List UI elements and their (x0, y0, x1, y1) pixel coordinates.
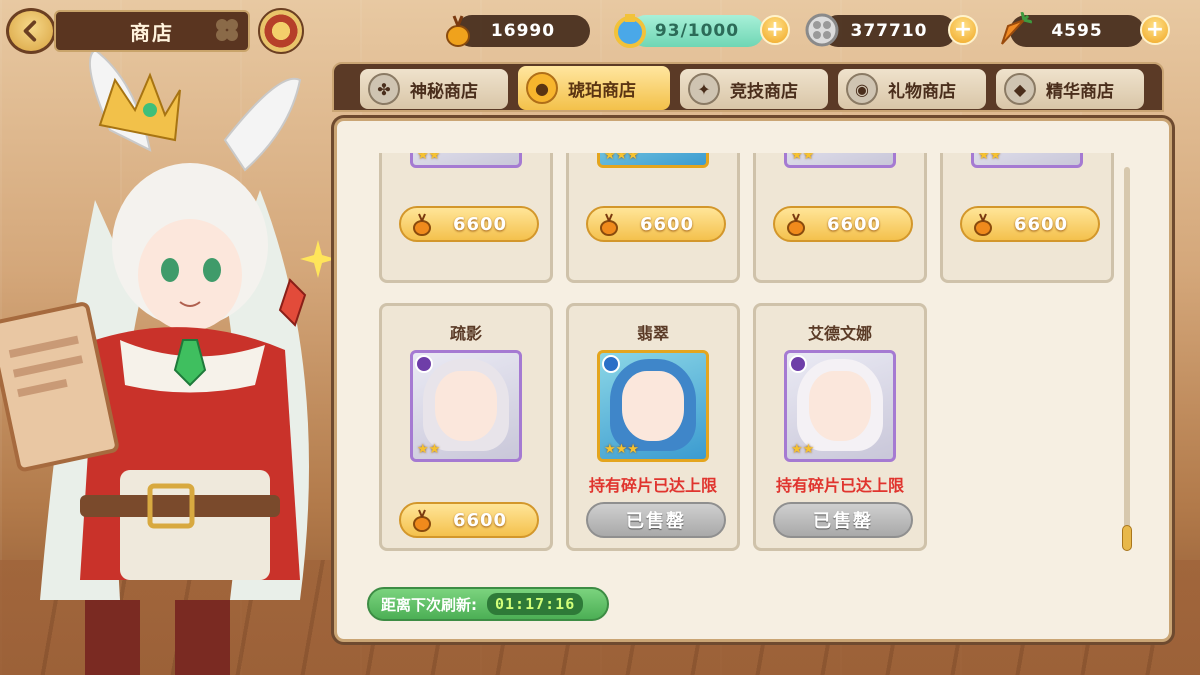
back-arrow-icon (23, 20, 37, 42)
price-value: 6600 (452, 509, 508, 531)
limit-reached-text: 持有碎片已达上限 (588, 476, 717, 495)
resource-stamina-value: 93/1000 (654, 21, 740, 41)
tab-label: 琥珀商店 (568, 80, 636, 101)
item-portrait: ★★ (784, 350, 896, 462)
shop-item-card[interactable]: ★★ 6600 (379, 153, 553, 283)
star-rating-icon: ★★ (417, 442, 441, 457)
shop-tab-bar: ✤ 神秘商店 ● 琥珀商店 ✦ 竞技商店 ◉ 礼物商店 ◆ 精华商店 (332, 62, 1164, 112)
buy-button[interactable]: 6600 (960, 206, 1100, 242)
back-button[interactable] (6, 8, 56, 54)
coin-plus-button[interactable]: + (948, 15, 978, 45)
star-rating-icon: ★★ (417, 153, 441, 163)
price-value: 6600 (1013, 213, 1069, 235)
sold-out-button: 已售罄 (773, 502, 913, 538)
tab-label: 神秘商店 (410, 81, 478, 102)
class-badge-icon (602, 355, 620, 373)
clover-icon (216, 19, 238, 41)
amber-icon (446, 15, 470, 47)
amber-icon (787, 213, 805, 236)
shopkeeper-character (0, 48, 336, 675)
tab-label: 礼物商店 (888, 81, 956, 102)
resource-amber-value: 16990 (490, 21, 556, 41)
stamina-plus-button[interactable]: + (760, 15, 790, 45)
refresh-label: 距离下次刷新: (381, 595, 477, 614)
amber-icon: ● (526, 72, 558, 104)
scrollbar-track[interactable] (1124, 167, 1130, 551)
sold-out-button: 已售罄 (586, 502, 726, 538)
item-grid[interactable]: ★★ 6600 ★★★ 6600 ★★ 6600 ★★ 6600 疏影 ★★ 6… (367, 153, 1143, 553)
shop-item-card[interactable]: 艾德文娜 ★★ 持有碎片已达上限 已售罄 (753, 303, 927, 551)
class-badge-icon (789, 355, 807, 373)
shop-item-card[interactable]: 疏影 ★★ 6600 (379, 303, 553, 551)
resource-stamina: 93/1000 (630, 15, 764, 47)
tab-mystery-shop[interactable]: ✤ 神秘商店 (360, 69, 508, 109)
shop-item-card[interactable]: ★★★ 6600 (566, 153, 740, 283)
item-portrait: ★★ (971, 153, 1083, 168)
limit-reached-text: 持有碎片已达上限 (775, 476, 904, 495)
buy-button[interactable]: 6600 (773, 206, 913, 242)
tab-label: 精华商店 (1046, 81, 1114, 102)
refresh-timer: 距离下次刷新: 01:17:16 (367, 587, 609, 621)
clover-icon: ✤ (368, 73, 400, 105)
item-portrait: ★★ (784, 153, 896, 168)
amber-icon (600, 213, 618, 236)
item-name: 艾德文娜 (807, 324, 872, 343)
shop-item-card[interactable]: 翡翠 ★★★ 持有碎片已达上限 已售罄 (566, 303, 740, 551)
price-value: 6600 (452, 213, 508, 235)
tab-amber-shop[interactable]: ● 琥珀商店 (518, 66, 670, 110)
carrot-icon (1001, 11, 1033, 45)
amber-icon (413, 213, 431, 236)
item-name: 翡翠 (636, 324, 669, 343)
gift-coin-icon: ◉ (846, 73, 878, 105)
resource-carrot-value: 4595 (1051, 21, 1103, 41)
resource-coin-value: 377710 (850, 21, 928, 41)
scrollbar-thumb[interactable] (1122, 525, 1132, 551)
resource-coin: 377710 (822, 15, 956, 47)
star-rating-icon: ★★ (978, 153, 1002, 163)
potion-icon (614, 14, 646, 48)
amber-icon (974, 213, 992, 236)
star-rating-icon: ★★★ (604, 442, 639, 457)
item-portrait: ★★★ (597, 350, 709, 462)
item-portrait: ★★ (410, 153, 522, 168)
arena-icon: ✦ (688, 73, 720, 105)
tab-gift-shop[interactable]: ◉ 礼物商店 (838, 69, 986, 109)
tab-essence-shop[interactable]: ◆ 精华商店 (996, 69, 1144, 109)
buy-button[interactable]: 6600 (586, 206, 726, 242)
star-rating-icon: ★★ (791, 442, 815, 457)
price-value: 6600 (639, 213, 695, 235)
tab-label: 竞技商店 (730, 81, 798, 102)
shop-item-card[interactable]: ★★ 6600 (940, 153, 1114, 283)
top-bar: 商店 16990 93/1000 + 377710 + 4595 + (0, 0, 1200, 62)
carrot-plus-button[interactable]: + (1140, 15, 1170, 45)
item-portrait: ★★ (410, 350, 522, 462)
tab-arena-shop[interactable]: ✦ 竞技商店 (680, 69, 828, 109)
refresh-time: 01:17:16 (487, 593, 584, 615)
star-rating-icon: ★★ (791, 153, 815, 163)
coin-icon (805, 13, 839, 47)
item-portrait: ★★★ (597, 153, 709, 168)
star-rating-icon: ★★★ (604, 153, 639, 163)
buy-button[interactable]: 6600 (399, 502, 539, 538)
class-badge-icon (415, 355, 433, 373)
essence-icon: ◆ (1004, 73, 1036, 105)
shop-item-card[interactable]: ★★ 6600 (753, 153, 927, 283)
buy-button[interactable]: 6600 (399, 206, 539, 242)
amber-icon (413, 509, 431, 532)
shop-panel: ★★ 6600 ★★★ 6600 ★★ 6600 ★★ 6600 疏影 ★★ 6… (334, 118, 1172, 642)
item-name: 疏影 (449, 324, 482, 343)
price-value: 6600 (826, 213, 882, 235)
shop-emblem-icon[interactable] (258, 8, 304, 54)
